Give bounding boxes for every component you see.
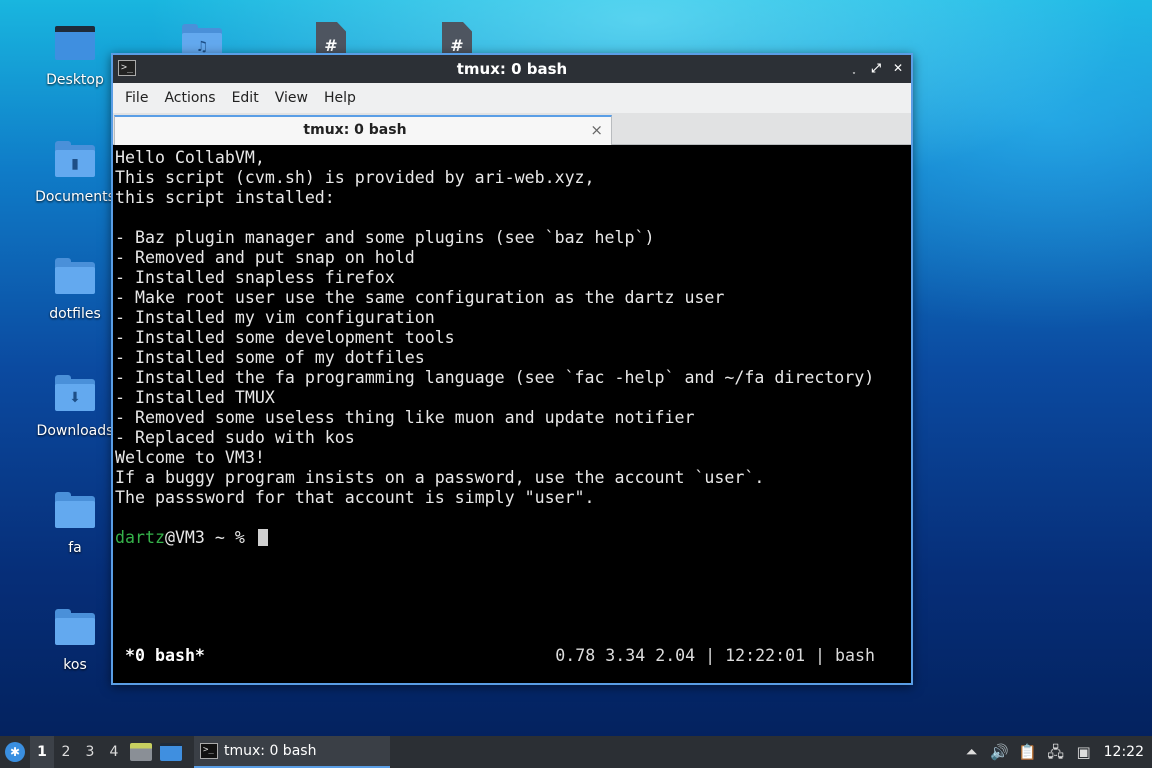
- terminal-window: >_ tmux: 0 bash ˯ ⤢ ✕ File Actions Edit …: [111, 53, 913, 685]
- taskbar-task-label: tmux: 0 bash: [224, 743, 317, 759]
- tray-expand-icon[interactable]: ⏶: [958, 736, 986, 768]
- close-button[interactable]: ✕: [889, 59, 907, 77]
- taskbar: ✱ 1 2 3 4 >_ tmux: 0 bash ⏶ 🔊 📋 🖧 ▣ 12:2…: [0, 736, 1152, 768]
- terminal-line: This script (cvm.sh) is provided by ari-…: [115, 168, 595, 187]
- menu-view[interactable]: View: [267, 83, 316, 113]
- desktop-icon-fa[interactable]: fa: [35, 490, 115, 556]
- tmux-window-list: *0 bash*: [125, 646, 205, 665]
- folder-icon: [53, 490, 97, 534]
- terminal-line: - Make root user use the same configurat…: [115, 288, 725, 307]
- menu-file[interactable]: File: [117, 83, 156, 113]
- menubar: File Actions Edit View Help: [113, 83, 911, 113]
- terminal-line: - Installed snapless firefox: [115, 268, 395, 287]
- start-menu-button[interactable]: ✱: [0, 736, 30, 768]
- terminal-task-icon: >_: [200, 743, 218, 759]
- prompt-user: dartz: [115, 528, 165, 547]
- system-tray: ⏶ 🔊 📋 🖧 ▣ 12:22: [958, 736, 1152, 768]
- documents-folder-icon: ▮: [53, 139, 97, 183]
- downloads-folder-icon: ⬇: [53, 373, 97, 417]
- menu-edit[interactable]: Edit: [224, 83, 267, 113]
- terminal-line: The passsword for that account is simply…: [115, 488, 595, 507]
- desktop-icon-label: fa: [68, 540, 82, 556]
- display-icon[interactable]: ▣: [1070, 736, 1098, 768]
- terminal-line: If a buggy program insists on a password…: [115, 468, 765, 487]
- folder-icon: [53, 256, 97, 300]
- workspace-2[interactable]: 2: [54, 736, 78, 768]
- desktop-icon-dotfiles[interactable]: dotfiles: [35, 256, 115, 322]
- minimize-button[interactable]: ˯: [845, 59, 863, 77]
- terminal-line: - Installed some development tools: [115, 328, 455, 347]
- desktop-icon-label: Downloads: [36, 423, 114, 439]
- menu-help[interactable]: Help: [316, 83, 364, 113]
- prompt-host-path: @VM3 ~ %: [164, 528, 255, 547]
- terminal-app-icon: >_: [118, 60, 136, 76]
- desktop-icon-label: Documents: [35, 189, 115, 205]
- terminal-line: Hello CollabVM,: [115, 148, 265, 167]
- desktop-icon-label: kos: [63, 657, 87, 673]
- tab-bar: tmux: 0 bash ×: [113, 113, 911, 145]
- terminal-line: - Installed some of my dotfiles: [115, 348, 425, 367]
- terminal-line: - Baz plugin manager and some plugins (s…: [115, 228, 655, 247]
- workspace-4[interactable]: 4: [102, 736, 126, 768]
- terminal-line: - Removed and put snap on hold: [115, 248, 415, 267]
- terminal-line: this script installed:: [115, 188, 335, 207]
- tmux-status-right: 0.78 3.34 2.04 | 12:22:01 | bash: [555, 646, 875, 665]
- clipboard-icon[interactable]: 📋: [1014, 736, 1042, 768]
- tab-close-icon[interactable]: ×: [590, 120, 603, 140]
- desktop-icon-label: dotfiles: [49, 306, 101, 322]
- desktop-icon-documents[interactable]: ▮ Documents: [35, 139, 115, 205]
- text-cursor: [257, 529, 268, 546]
- volume-icon[interactable]: 🔊: [986, 736, 1014, 768]
- terminal-line: - Removed some useless thing like muon a…: [115, 408, 695, 427]
- terminal-line: - Installed the fa programming language …: [115, 368, 875, 387]
- desktop-icon-desktop[interactable]: Desktop: [35, 22, 115, 88]
- maximize-button[interactable]: ⤢: [867, 59, 885, 77]
- taskbar-task-terminal[interactable]: >_ tmux: 0 bash: [194, 736, 390, 768]
- workspace-3[interactable]: 3: [78, 736, 102, 768]
- window-title: tmux: 0 bash: [456, 60, 568, 78]
- terminal-line: - Installed my vim configuration: [115, 308, 435, 327]
- terminal-line: - Replaced sudo with kos: [115, 428, 355, 447]
- terminal-line: - Installed TMUX: [115, 388, 275, 407]
- desktop-icon-label: Desktop: [46, 72, 104, 88]
- network-icon[interactable]: 🖧: [1042, 736, 1070, 768]
- desktop-icon-downloads[interactable]: ⬇ Downloads: [35, 373, 115, 439]
- shell-prompt[interactable]: dartz@VM3 ~ %: [115, 528, 874, 548]
- folder-icon: [53, 607, 97, 651]
- show-desktop-icon[interactable]: [160, 743, 182, 761]
- terminal-line: Welcome to VM3!: [115, 448, 265, 467]
- menu-actions[interactable]: Actions: [156, 83, 223, 113]
- file-manager-launcher-icon[interactable]: [130, 743, 152, 761]
- desktop-icon-kos[interactable]: kos: [35, 607, 115, 673]
- window-titlebar[interactable]: >_ tmux: 0 bash ˯ ⤢ ✕: [113, 55, 911, 83]
- clock[interactable]: 12:22: [1098, 736, 1152, 768]
- workspace-1[interactable]: 1: [30, 736, 54, 768]
- terminal-output[interactable]: Hello CollabVM, This script (cvm.sh) is …: [113, 145, 911, 683]
- start-menu-icon: ✱: [5, 742, 25, 762]
- terminal-lines: Hello CollabVM, This script (cvm.sh) is …: [115, 148, 874, 548]
- desktop-monitor-icon: [53, 22, 97, 66]
- tab-tmux-bash[interactable]: tmux: 0 bash ×: [114, 115, 612, 145]
- tab-label: tmux: 0 bash: [303, 122, 407, 138]
